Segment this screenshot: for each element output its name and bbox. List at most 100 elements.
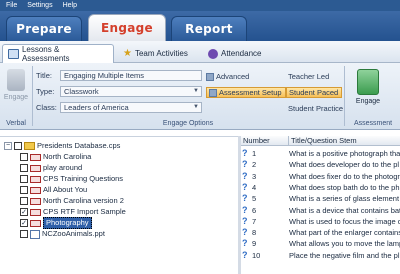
tree-item-label: NCZooAnimals.ppt — [42, 229, 105, 238]
question-title: What is used to focus the image o — [289, 216, 400, 226]
tree-item-checkbox[interactable] — [20, 153, 28, 161]
verbal-engage-icon — [7, 69, 25, 91]
class-select[interactable]: Leaders of America ▼ — [60, 102, 202, 113]
tree-root-checkbox[interactable] — [14, 142, 22, 150]
book-icon — [30, 153, 41, 161]
book-icon — [30, 164, 41, 172]
verbal-engage-button[interactable]: Engage — [2, 69, 30, 113]
question-number: 7 — [252, 216, 257, 226]
question-icon: ? — [242, 227, 248, 238]
mode-tab-engage[interactable]: Engage — [88, 14, 166, 41]
teacher-led-label: Teacher Led — [288, 72, 330, 81]
mode-tab-report[interactable]: Report — [171, 16, 247, 41]
question-row[interactable]: ? 5 What is a series of glass element — [241, 193, 400, 204]
group-label-verbal: Verbal — [6, 120, 26, 127]
question-icon: ? — [242, 148, 248, 158]
question-row[interactable]: ? 4 What does stop bath do to the phi — [241, 182, 400, 193]
tree-item-label: CPS Training Questions — [43, 174, 124, 183]
tree-item-label: North Carolina version 2 — [43, 196, 124, 205]
type-select[interactable]: Classwork ▼ — [60, 86, 202, 97]
student-practice-button[interactable]: Student Practice — [288, 103, 343, 114]
tree-item-checkbox[interactable] — [20, 164, 28, 172]
tree-item-label: CPS RTF Import Sample — [43, 207, 126, 216]
question-title: What does developer do to the pl — [289, 160, 400, 170]
tree-item-checkbox[interactable] — [20, 175, 28, 183]
question-row[interactable]: ? 10 Place the negative film and the pl — [241, 250, 400, 261]
student-paced-label: Student Paced — [289, 88, 339, 97]
question-icon: ? — [242, 215, 248, 226]
collapse-icon[interactable]: − — [4, 142, 12, 150]
assessment-setup-button[interactable]: Assessment Setup — [206, 87, 286, 98]
database-icon — [24, 142, 35, 150]
question-row[interactable]: ? 2 What does developer do to the pl — [241, 159, 400, 170]
question-icon: ? — [242, 159, 248, 170]
tree-item-checkbox[interactable]: ✓ — [20, 219, 28, 227]
question-row[interactable]: ? 9 What allows you to move the lamp — [241, 238, 400, 249]
question-row[interactable]: ? 3 What does fixer do to the photogr — [241, 171, 400, 182]
tree-item-checkbox[interactable] — [20, 186, 28, 194]
assessment-setup-label: Assessment Setup — [219, 88, 282, 97]
title-field[interactable]: Engaging Multiple Items — [60, 70, 202, 81]
lessons-icon — [8, 49, 19, 59]
tree-item-label: North Carolina — [43, 152, 92, 161]
mode-tab-prepare[interactable]: Prepare — [6, 16, 82, 41]
menu-help[interactable]: Help — [63, 0, 77, 11]
tree-item[interactable]: play around — [20, 163, 82, 173]
tree-item[interactable]: NCZooAnimals.ppt — [20, 229, 105, 239]
tree-item-label: play around — [43, 163, 83, 172]
advanced-label: Advanced — [216, 72, 250, 81]
tab-team-activities[interactable]: ★ Team Activities — [118, 44, 200, 63]
book-icon — [30, 197, 41, 205]
tree-root-label: Presidents Database.cps — [37, 141, 121, 150]
ribbon-separator — [32, 66, 33, 126]
question-number: 8 — [252, 228, 257, 238]
star-icon: ★ — [123, 47, 132, 59]
question-row[interactable]: ? 6 What is a device that contains bat — [241, 205, 400, 216]
tab-lessons-label: Lessons & Assessments — [21, 45, 70, 63]
question-row[interactable]: ? 7 What is used to focus the image o — [241, 216, 400, 227]
question-title: What is a positive photograph tha — [289, 149, 400, 158]
student-paced-button[interactable]: Student Paced — [286, 87, 343, 98]
chevron-down-icon: ▼ — [193, 104, 199, 110]
question-number: 4 — [252, 182, 257, 192]
question-number: 6 — [252, 205, 257, 215]
question-title: What does fixer do to the photogr — [289, 171, 400, 181]
col-number-header[interactable]: Number — [243, 136, 270, 146]
tree-item[interactable]: CPS Training Questions — [20, 174, 123, 184]
question-row[interactable]: ? 8 What part of the enlarger contains — [241, 227, 400, 238]
tree-item-label: All About You — [43, 185, 88, 194]
tree-item[interactable]: North Carolina — [20, 152, 91, 162]
tree-root[interactable]: − Presidents Database.cps — [4, 141, 120, 151]
advanced-icon — [206, 72, 214, 81]
question-title: What is a series of glass element — [289, 194, 400, 204]
question-number: 2 — [252, 160, 257, 170]
ribbon-separator — [344, 66, 345, 126]
book-icon — [30, 186, 41, 194]
tree-item[interactable]: All About You — [20, 185, 87, 195]
question-title: What is a device that contains bat — [289, 205, 400, 215]
assessment-engage-button[interactable]: Engage — [352, 69, 384, 105]
teacher-led-button[interactable]: Teacher Led — [288, 71, 329, 82]
tree-item[interactable]: ✓ CPS RTF Import Sample — [20, 207, 126, 217]
questions-header: Number Title/Question Stem — [241, 136, 400, 146]
tree-item[interactable]: North Carolina version 2 — [20, 196, 124, 206]
question-icon: ? — [242, 238, 248, 249]
menu-settings[interactable]: Settings — [27, 0, 52, 11]
question-row[interactable]: ? 1 What is a positive photograph tha — [241, 148, 400, 159]
col-title-header[interactable]: Title/Question Stem — [288, 136, 357, 146]
tree-item[interactable]: ✓ Photography — [20, 217, 92, 229]
tree-item-checkbox[interactable] — [20, 230, 28, 238]
tree-item-checkbox[interactable]: ✓ — [20, 208, 28, 216]
engage-icon — [357, 69, 379, 95]
tab-lessons-assessments[interactable]: Lessons & Assessments — [2, 44, 114, 63]
menu-file[interactable]: File — [6, 0, 17, 11]
question-icon: ? — [242, 204, 248, 215]
class-label: Class: — [36, 103, 57, 112]
tree-item-checkbox[interactable] — [20, 197, 28, 205]
tab-attendance[interactable]: Attendance — [203, 44, 278, 63]
advanced-button[interactable]: Advanced — [206, 71, 249, 82]
tab-team-label: Team Activities — [134, 49, 188, 58]
ppt-icon — [30, 229, 40, 239]
book-icon — [30, 175, 41, 183]
question-number: 3 — [252, 171, 257, 181]
